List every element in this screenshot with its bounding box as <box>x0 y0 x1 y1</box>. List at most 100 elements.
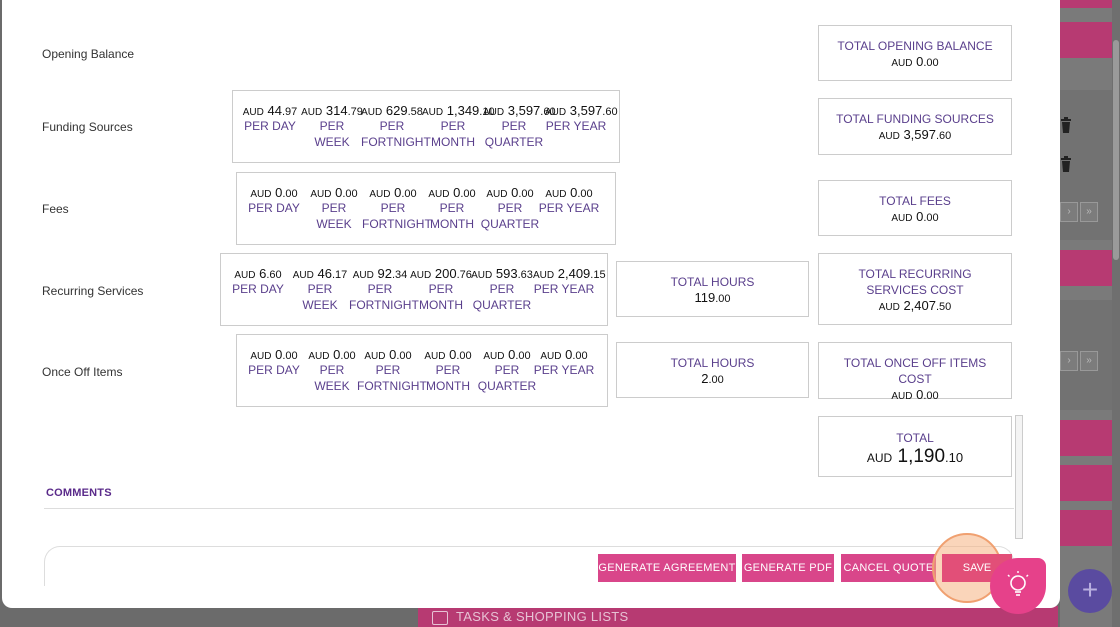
rate-period-label: PER QUARTER <box>480 201 540 231</box>
rate-cell: AUD 200.76 PER MONTH <box>410 266 472 313</box>
total-fees-value: AUD 0.00 <box>891 209 939 224</box>
rate-amount: AUD 3,597.60 <box>545 103 618 118</box>
rate-cell: AUD 3,597.60 PER QUARTER <box>483 103 556 150</box>
rate-cell: AUD 0.00 PER MONTH <box>417 347 479 394</box>
rate-cell: AUD 3,597.60 PER YEAR <box>545 103 618 134</box>
total-funding-sources-label: TOTAL FUNDING SOURCES <box>836 112 994 126</box>
total-funding-sources-box: TOTAL FUNDING SOURCES AUD 3,597.60 <box>818 98 1012 155</box>
tasks-shopping-lists-label: TASKS & SHOPPING LISTS <box>456 609 629 624</box>
fees-rates: AUD 0.00 PER DAY AUD 0.00 PER WEEK AUD 0.00 P… <box>236 172 616 245</box>
rate-cell: AUD 46.17 PER WEEK <box>289 266 351 313</box>
total-recurring-services-cost-box: TOTAL RECURRING SERVICES COST AUD 2,407.… <box>818 253 1012 325</box>
pager-next-button[interactable]: › <box>1060 351 1078 371</box>
rate-cell: AUD 0.00 PER WEEK <box>303 185 365 232</box>
total-recurring-services-cost-value: AUD 2,407.50 <box>878 298 952 313</box>
tips-button[interactable] <box>990 558 1046 614</box>
grand-total-label: TOTAL <box>896 431 934 445</box>
rate-amount: AUD 1,349.10 <box>422 103 495 118</box>
rate-cell: AUD 0.00 PER QUARTER <box>476 347 538 394</box>
rate-period-label: PER WEEK <box>314 363 350 393</box>
rate-amount: AUD 0.00 <box>310 185 358 200</box>
rate-amount: AUD 0.00 <box>250 347 298 362</box>
rate-cell: AUD 0.00 PER WEEK <box>301 347 363 394</box>
rate-cell: AUD 0.00 PER FORTNIGHT <box>362 185 432 232</box>
tasks-shopping-lists-header[interactable]: TASKS & SHOPPING LISTS <box>418 606 1058 627</box>
rate-period-label: PER FORTNIGHT <box>349 282 419 312</box>
total-hours-recurring-label: TOTAL HOURS <box>670 275 755 289</box>
comments-heading: COMMENTS <box>46 487 112 499</box>
pager-next-button[interactable]: › <box>1060 202 1078 222</box>
rate-period-label: PER FORTNIGHT <box>361 119 431 149</box>
pager-last-button[interactable]: » <box>1080 202 1098 222</box>
checkbox-icon <box>432 610 448 625</box>
total-hours-once-off-box: TOTAL HOURS 2.00 <box>616 342 809 398</box>
total-funding-sources-value: AUD 3,597.60 <box>878 127 952 142</box>
plus-icon: + <box>1081 574 1099 605</box>
rate-period-label: PER YEAR <box>533 363 595 377</box>
background-section-header <box>1060 22 1112 58</box>
add-button[interactable]: + <box>1068 569 1112 613</box>
grand-total-value: AUD 1,190.10 <box>866 446 964 467</box>
total-opening-balance-value: AUD 0.00 <box>891 54 939 69</box>
rate-amount: AUD 0.00 <box>250 185 298 200</box>
rate-period-label: PER QUARTER <box>477 363 537 393</box>
rate-period-label: PER MONTH <box>431 119 475 149</box>
pager-last-button[interactable]: » <box>1080 351 1098 371</box>
background-section-header <box>1060 465 1112 501</box>
rate-cell: AUD 0.00 PER FORTNIGHT <box>357 347 427 394</box>
rate-amount: AUD 2,409.15 <box>533 266 606 281</box>
once-off-items-rates: AUD 0.00 PER DAY AUD 0.00 PER WEEK AUD 0.00 P… <box>236 334 608 407</box>
total-hours-recurring-box: TOTAL HOURS 119.00 <box>616 261 809 317</box>
rate-period-label: PER WEEK <box>302 282 338 312</box>
total-hours-once-off-value: 2.00 <box>701 371 724 386</box>
background-header-strip <box>1060 0 1112 8</box>
quote-summary-modal: Opening Balance Funding Sources Fees Rec… <box>2 0 1060 608</box>
rate-amount: AUD 92.34 <box>352 266 408 281</box>
rate-period-label: PER WEEK <box>316 201 352 231</box>
rate-period-label: PER WEEK <box>314 119 350 149</box>
rate-period-label: PER DAY <box>232 282 284 296</box>
rate-amount: AUD 0.00 <box>483 347 531 362</box>
rate-period-label: PER MONTH <box>419 282 463 312</box>
page-scrollbar-thumb[interactable] <box>1113 40 1119 260</box>
rate-cell: AUD 314.79 PER WEEK <box>301 103 363 150</box>
lightbulb-icon <box>1007 571 1029 596</box>
generate-pdf-button[interactable]: GENERATE PDF <box>742 554 834 582</box>
trash-icon[interactable] <box>1060 117 1072 133</box>
rate-period-label: PER YEAR <box>538 201 600 215</box>
modal-scrollbar[interactable] <box>1015 415 1023 539</box>
rate-period-label: PER YEAR <box>533 282 595 296</box>
cancel-quote-button[interactable]: CANCEL QUOTE <box>841 554 936 582</box>
total-hours-once-off-label: TOTAL HOURS <box>670 356 755 370</box>
total-once-off-items-cost-value: AUD 0.00 <box>891 387 939 402</box>
rate-amount: AUD 0.00 <box>424 347 472 362</box>
total-recurring-services-cost-label: TOTAL RECURRING SERVICES COST <box>858 267 972 297</box>
row-label-opening-balance: Opening Balance <box>42 47 135 61</box>
row-label-funding-sources: Funding Sources <box>42 120 133 134</box>
rate-cell: AUD 2,409.15 PER YEAR <box>533 266 606 297</box>
rate-amount: AUD 0.00 <box>486 185 534 200</box>
funding-sources-rates: AUD 44.97 PER DAY AUD 314.79 PER WEEK AUD 62… <box>232 90 620 163</box>
background-section-header <box>1060 510 1112 546</box>
rate-cell: AUD 0.00 PER QUARTER <box>479 185 541 232</box>
rate-amount: AUD 314.79 <box>301 103 363 118</box>
trash-icon[interactable] <box>1060 156 1072 172</box>
rate-period-label: PER MONTH <box>430 201 474 231</box>
background-section-header <box>1060 250 1112 286</box>
rate-period-label: PER FORTNIGHT <box>362 201 432 231</box>
total-once-off-items-cost-box: TOTAL ONCE OFF ITEMS COST AUD 0.00 <box>818 342 1012 402</box>
rate-cell: AUD 593.63 PER QUARTER <box>471 266 533 313</box>
rate-amount: AUD 629.58 <box>361 103 423 118</box>
rate-period-label: PER MONTH <box>426 363 470 393</box>
rate-period-label: PER FORTNIGHT <box>357 363 427 393</box>
rate-cell: AUD 629.58 PER FORTNIGHT <box>361 103 431 150</box>
rate-amount: AUD 6.60 <box>234 266 282 281</box>
rate-cell: AUD 0.00 PER DAY <box>243 185 305 216</box>
rate-amount: AUD 46.17 <box>292 266 348 281</box>
rate-amount: AUD 0.00 <box>364 347 412 362</box>
total-opening-balance-label: TOTAL OPENING BALANCE <box>837 39 993 53</box>
rate-amount: AUD 44.97 <box>242 103 298 118</box>
total-hours-recurring-value: 119.00 <box>694 290 731 305</box>
total-opening-balance-box: TOTAL OPENING BALANCE AUD 0.00 <box>818 25 1012 81</box>
generate-agreement-button[interactable]: GENERATE AGREEMENT <box>598 554 736 582</box>
